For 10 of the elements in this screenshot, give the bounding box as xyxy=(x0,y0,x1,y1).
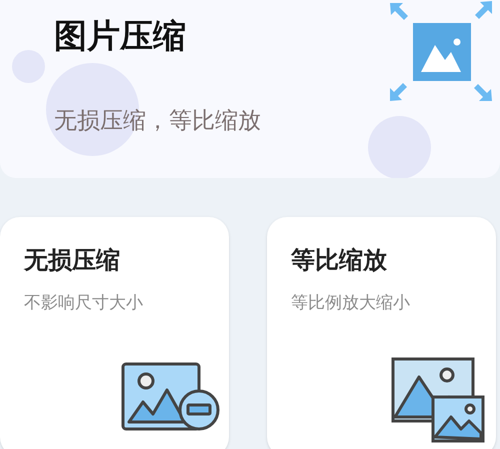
feature-card[interactable]: 等比缩放 等比例放大缩小 xyxy=(267,217,496,449)
image-resize-icon xyxy=(391,357,486,443)
image-minus-icon xyxy=(121,362,221,432)
feature-card[interactable]: 无损压缩 不影响尺寸大小 xyxy=(0,217,229,449)
card-subtitle: 等比例放大缩小 xyxy=(291,292,410,315)
card-title: 等比缩放 xyxy=(291,245,387,276)
card-subtitle: 不影响尺寸大小 xyxy=(24,292,143,315)
card-title: 无损压缩 xyxy=(24,245,120,276)
page-title: 图片压缩 xyxy=(54,15,186,57)
page-subtitle: 无损压缩，等比缩放 xyxy=(54,107,261,136)
